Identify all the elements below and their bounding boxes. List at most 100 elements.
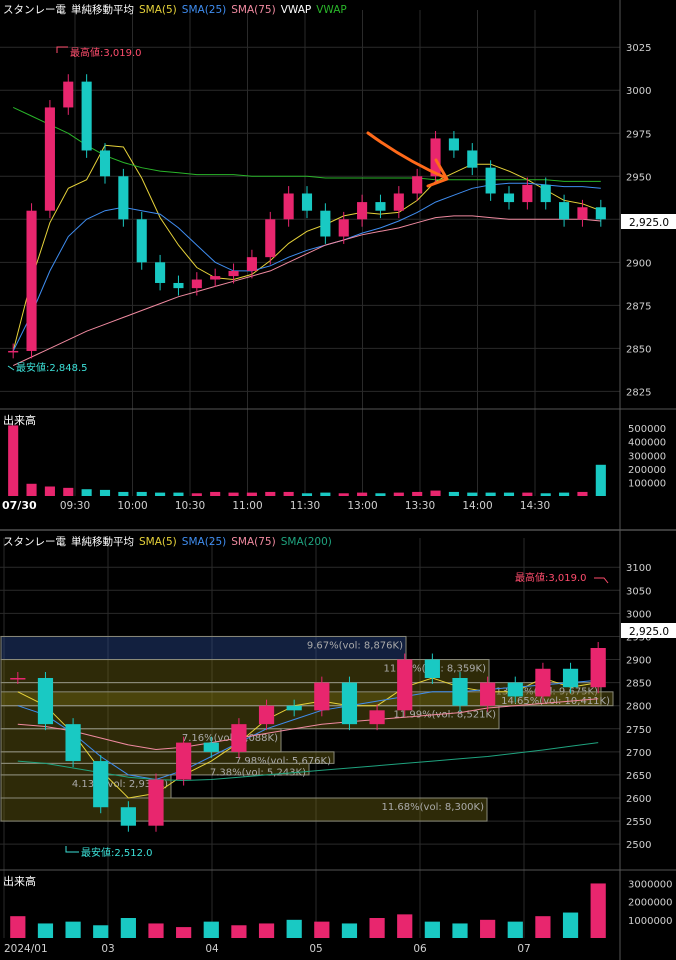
candle-body (577, 207, 588, 220)
candle-body (314, 682, 330, 711)
top-low-label: 最安値:2,848.5 (16, 361, 88, 374)
volume-bar (10, 916, 26, 938)
volume-bar (155, 492, 166, 496)
candle-body (148, 779, 164, 826)
candle-body (265, 219, 276, 258)
candle-body (10, 678, 26, 680)
candle-body (357, 202, 368, 220)
legend-item[interactable]: SMA(75) (231, 4, 275, 16)
legend-item[interactable]: 単純移動平均 (71, 3, 134, 16)
top-volume-panel[interactable] (0, 410, 620, 496)
volume-bar (118, 491, 129, 496)
time-axis-label: 13:00 (347, 500, 377, 512)
time-axis-label: 10:30 (175, 500, 205, 512)
legend-item[interactable]: VWAP (316, 4, 347, 16)
time-axis-label: 14:30 (520, 500, 550, 512)
candle-body (44, 107, 55, 211)
candle-body (120, 807, 136, 826)
price-tick-label: 2700 (626, 748, 651, 759)
legend-item[interactable]: SMA(5) (139, 4, 177, 16)
legend-item[interactable]: SMA(200) (281, 536, 332, 548)
legend-item[interactable]: SMA(5) (139, 536, 177, 548)
legend-item[interactable]: スタンレー電 (3, 4, 66, 16)
legend-item[interactable]: VWAP (281, 4, 312, 16)
volume-bar (148, 923, 164, 938)
candle-body (246, 257, 257, 271)
volume-bar (369, 918, 385, 938)
time-axis-label: 03 (101, 943, 114, 955)
candle-body (397, 659, 413, 711)
time-axis-label: 07 (517, 943, 530, 955)
intraday-date-label: 07/30 (2, 499, 37, 512)
top-high-label: 最高値:3,019.0 (70, 46, 142, 59)
time-axis-label: 13:30 (405, 500, 435, 512)
volume-bar (93, 925, 109, 938)
volume-bar (341, 923, 358, 938)
candle-body (485, 167, 496, 194)
volume-tick-label: 1000000 (628, 916, 673, 927)
volume-tick-label: 100000 (628, 478, 666, 489)
legend-item[interactable]: SMA(25) (182, 4, 226, 16)
legend-item[interactable]: SMA(25) (182, 536, 226, 548)
volume-bar (507, 921, 523, 938)
volume-bar (430, 490, 441, 496)
volume-bar (375, 493, 386, 496)
candle-body (191, 279, 202, 289)
candle-body (562, 668, 579, 688)
bottom-volume-panel[interactable] (0, 872, 620, 940)
volume-bar (203, 921, 219, 938)
candle-body (393, 193, 404, 211)
volume-bar (522, 492, 533, 496)
volume-bar (246, 492, 257, 496)
price-tick-label: 2750 (626, 725, 651, 736)
candle-body (590, 648, 606, 688)
volume-bar (485, 492, 496, 496)
price-tick-label: 2550 (626, 817, 651, 828)
candle-body (540, 184, 551, 203)
volume-bar (535, 916, 551, 938)
volume-bar (467, 492, 478, 496)
candle-body (176, 742, 192, 780)
candle-body (412, 176, 423, 194)
price-tick-label: 2825 (626, 387, 651, 398)
volume-bar (503, 492, 515, 496)
legend-item[interactable]: 単純移動平均 (71, 535, 134, 548)
volume-bar (81, 489, 92, 496)
bottom-current-price: 2,925.0 (629, 626, 669, 638)
volume-bar (412, 491, 423, 496)
volume-bar (448, 491, 459, 496)
price-tick-label: 3000 (626, 86, 651, 97)
candle-body (63, 81, 74, 108)
candle-body (173, 282, 184, 289)
volume-tick-label: 300000 (628, 451, 666, 462)
volume-tick-label: 400000 (628, 438, 666, 449)
time-axis-label: 10:00 (117, 500, 147, 512)
volume-bar (301, 493, 313, 496)
top-legend: スタンレー電 単純移動平均 SMA(5) SMA(25) SMA(75) VWAP VWAP (3, 3, 347, 16)
volume-bar (176, 927, 192, 938)
volume-bar (283, 491, 294, 496)
volume-bar (320, 492, 331, 496)
legend-item[interactable]: SMA(75) (231, 536, 275, 548)
volume-tick-label: 2000000 (628, 898, 673, 909)
legend-item[interactable]: スタンレー電 (3, 536, 66, 548)
price-tick-label: 3025 (626, 43, 651, 54)
price-tick-label: 2850 (626, 344, 651, 355)
candle-body (369, 710, 385, 725)
volume-bar (99, 489, 111, 496)
time-axis-label: 11:30 (290, 500, 320, 512)
volume-bar (480, 919, 496, 938)
time-axis-label: 06 (413, 943, 427, 955)
candle-body (203, 742, 219, 752)
bottom-volume-title: 出来高 (3, 874, 36, 888)
price-tick-label: 2900 (626, 258, 651, 269)
candle-body (375, 202, 386, 211)
volume-bar (424, 921, 440, 938)
candle-body (424, 659, 440, 678)
price-tick-label: 2800 (626, 702, 651, 713)
price-tick-label: 2500 (626, 840, 651, 851)
time-axis-label: 04 (205, 943, 219, 955)
volume-bar (265, 491, 276, 496)
volume-bar (397, 914, 413, 938)
volume-bar (577, 491, 588, 496)
